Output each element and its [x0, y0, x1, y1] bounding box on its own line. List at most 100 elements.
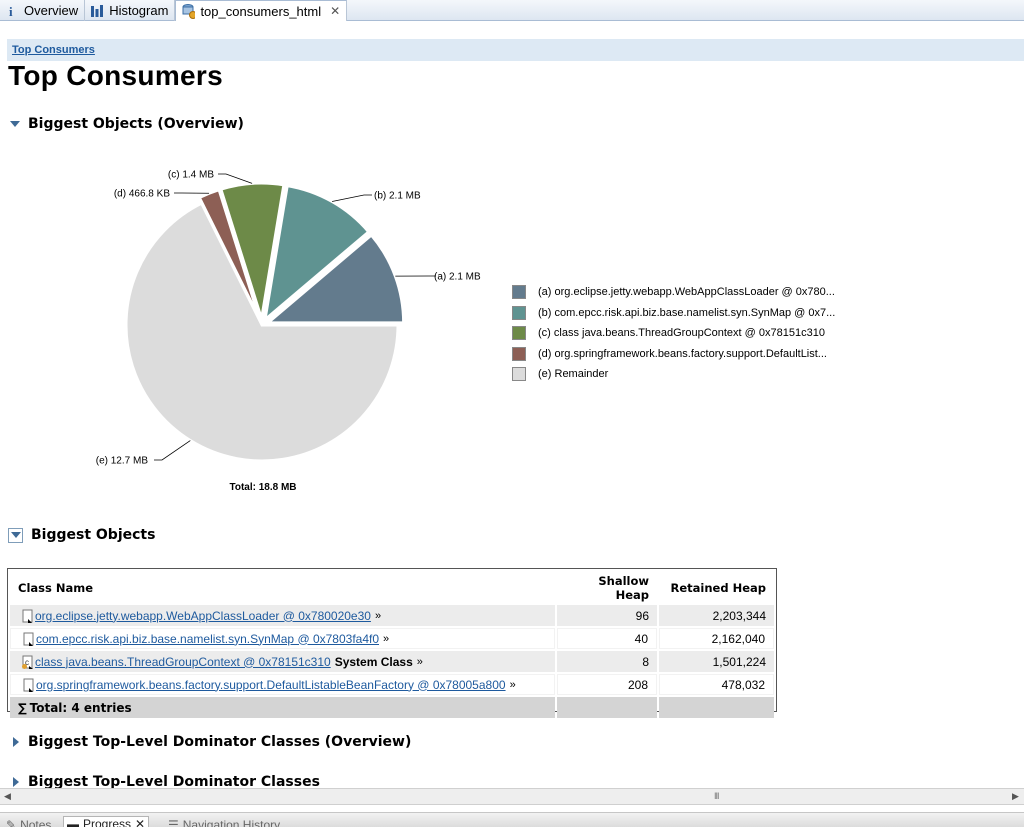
sigma-icon: ∑ — [18, 700, 27, 715]
context-menu-chevron-icon[interactable]: » — [383, 633, 389, 645]
section-dominator-overview-header[interactable]: Biggest Top-Level Dominator Classes (Ove… — [10, 734, 411, 750]
tab-label: Navigation History — [182, 818, 281, 827]
svg-text:i: i — [9, 4, 13, 18]
tab-label: top_consumers_html — [200, 3, 322, 19]
object-link[interactable]: com.epcc.risk.api.biz.base.namelist.syn.… — [36, 632, 379, 646]
class-name-cell: com.epcc.risk.api.biz.base.namelist.syn.… — [10, 628, 555, 649]
tab-label: Progress — [83, 816, 132, 827]
legend-label: (b) com.epcc.risk.api.biz.base.namelist.… — [538, 306, 836, 319]
column-header-shallow-heap[interactable]: Shallow Heap — [557, 571, 657, 603]
legend-item-d: (d) org.springframework.beans.factory.su… — [512, 344, 835, 365]
class-name-cell: org.springframework.beans.factory.suppor… — [10, 674, 555, 695]
shallow-heap-cell: 208 — [557, 674, 657, 695]
legend-swatch — [512, 326, 526, 341]
total-cell: ∑ Total: 4 entries — [10, 697, 555, 718]
pie-chart-svg: (a) 2.1 MB (b) 2.1 MB (c) 1.4 MB (d) 466.8 … — [96, 170, 481, 494]
pie-label-d: (d) 466.8 KB — [114, 189, 170, 200]
scroll-right-icon[interactable]: ▶ — [1012, 791, 1019, 802]
legend-swatch — [512, 346, 526, 361]
pie-label-c: (c) 1.4 MB — [168, 170, 214, 181]
class-name-cell: org.eclipse.jetty.webapp.WebAppClassLoad… — [10, 605, 555, 626]
total-label: Total: 4 entries — [29, 700, 132, 715]
object-icon — [23, 678, 35, 692]
table-total-row: ∑ Total: 4 entries — [10, 697, 774, 718]
context-menu-chevron-icon[interactable]: » — [510, 679, 516, 691]
retained-heap-cell: 2,162,040 — [659, 628, 774, 649]
legend-label: (d) org.springframework.beans.factory.su… — [538, 347, 827, 360]
table-row[interactable]: org.springframework.beans.factory.suppor… — [10, 674, 774, 695]
system-class-label: System Class — [334, 654, 413, 669]
class-name-cell: c class java.beans.ThreadGroupContext @ 0… — [10, 651, 555, 672]
column-header-retained-heap[interactable]: Retained Heap — [659, 571, 774, 603]
info-icon: i — [5, 4, 19, 18]
legend-item-e: (e) Remainder — [512, 364, 835, 385]
tab-top-consumers[interactable]: top_consumers_html ✕ — [175, 0, 348, 21]
object-icon — [22, 609, 34, 623]
tab-overview[interactable]: i Overview — [0, 0, 86, 21]
report-icon — [181, 4, 196, 19]
close-icon[interactable]: ✕ — [330, 4, 340, 18]
collapsed-triangle-icon — [13, 737, 19, 747]
breadcrumb-link[interactable]: Top Consumers — [12, 44, 95, 56]
chart-legend: (a) org.eclipse.jetty.webapp.WebAppClass… — [512, 282, 835, 385]
total-shallow-cell — [557, 697, 657, 718]
bottom-view-tabs: ✎ Notes ▬ Progress ✕ ☰ Navigation Histor… — [0, 812, 1024, 827]
total-retained-cell — [659, 697, 774, 718]
tab-histogram[interactable]: Histogram — [85, 0, 176, 21]
table-row[interactable]: com.epcc.risk.api.biz.base.namelist.syn.… — [10, 628, 774, 649]
legend-item-b: (b) com.epcc.risk.api.biz.base.namelist.… — [512, 303, 835, 324]
pie-chart: (a) 2.1 MB (b) 2.1 MB (c) 1.4 MB (d) 466.8 … — [0, 140, 520, 510]
legend-label: (e) Remainder — [538, 368, 609, 381]
column-header-class-name[interactable]: Class Name — [10, 571, 555, 603]
tab-label: Notes — [20, 818, 52, 827]
scroll-grip[interactable]: III — [714, 791, 719, 801]
pie-label-b: (b) 2.1 MB — [374, 191, 421, 202]
legend-item-c: (c) class java.beans.ThreadGroupContext … — [512, 323, 835, 344]
pie-leader-line — [218, 173, 253, 184]
histogram-icon — [90, 4, 104, 18]
legend-label: (a) org.eclipse.jetty.webapp.WebAppClass… — [538, 286, 835, 299]
table-row[interactable]: org.eclipse.jetty.webapp.WebAppClassLoad… — [10, 605, 774, 626]
pie-total-label: Total: 18.8 MB — [229, 482, 296, 493]
object-link[interactable]: org.springframework.beans.factory.suppor… — [36, 678, 506, 692]
table-row[interactable]: c class java.beans.ThreadGroupContext @ 0… — [10, 651, 774, 672]
tab-label: Overview — [24, 3, 79, 18]
editor-tab-bar: i Overview Histogram top_consumers_html … — [0, 0, 1024, 21]
retained-heap-cell: 478,032 — [659, 674, 774, 695]
context-menu-chevron-icon[interactable]: » — [375, 610, 381, 622]
context-menu-chevron-icon[interactable]: » — [417, 656, 423, 668]
progress-icon: ▬ — [67, 816, 79, 827]
object-link[interactable]: org.eclipse.jetty.webapp.WebAppClassLoad… — [35, 609, 371, 623]
retained-heap-cell: 1,501,224 — [659, 651, 774, 672]
view-tab-navigation-history[interactable]: ☰ Navigation History — [168, 818, 280, 827]
breadcrumb-bar: Top Consumers — [7, 39, 1024, 61]
view-tab-progress[interactable]: ▬ Progress ✕ — [63, 816, 150, 827]
view-tab-notes[interactable]: ✎ Notes — [6, 818, 51, 827]
pie-leader-line — [332, 194, 372, 202]
scroll-left-icon[interactable]: ◀ — [4, 791, 11, 802]
shallow-heap-cell: 96 — [557, 605, 657, 626]
legend-swatch — [512, 367, 526, 382]
retained-heap-cell: 2,203,344 — [659, 605, 774, 626]
expanded-triangle-icon — [10, 121, 20, 127]
notes-icon: ✎ — [6, 818, 17, 827]
section-title: Biggest Objects — [31, 527, 156, 543]
collapsed-triangle-icon — [13, 777, 19, 787]
section-title: Biggest Objects (Overview) — [28, 116, 244, 132]
section-objects-header[interactable]: Biggest Objects — [8, 527, 156, 543]
expanded-triangle-icon — [8, 527, 23, 543]
close-icon[interactable]: ✕ — [135, 817, 145, 827]
biggest-objects-table: Class Name Shallow Heap Retained Heap or… — [7, 568, 777, 718]
pie-label-a: (a) 2.1 MB — [434, 272, 481, 283]
section-overview-header[interactable]: Biggest Objects (Overview) — [10, 116, 244, 132]
class-icon: c — [22, 655, 34, 669]
object-link[interactable]: class java.beans.ThreadGroupContext @ 0x… — [35, 655, 331, 669]
pie-leader-line — [154, 440, 191, 461]
legend-swatch — [512, 285, 526, 300]
section-title: Biggest Top-Level Dominator Classes (Ove… — [28, 734, 412, 750]
horizontal-scrollbar[interactable]: ◀ III ▶ — [0, 788, 1024, 805]
object-icon — [23, 632, 35, 646]
legend-item-a: (a) org.eclipse.jetty.webapp.WebAppClass… — [512, 282, 835, 303]
tab-label: Histogram — [109, 3, 169, 18]
shallow-heap-cell: 40 — [557, 628, 657, 649]
